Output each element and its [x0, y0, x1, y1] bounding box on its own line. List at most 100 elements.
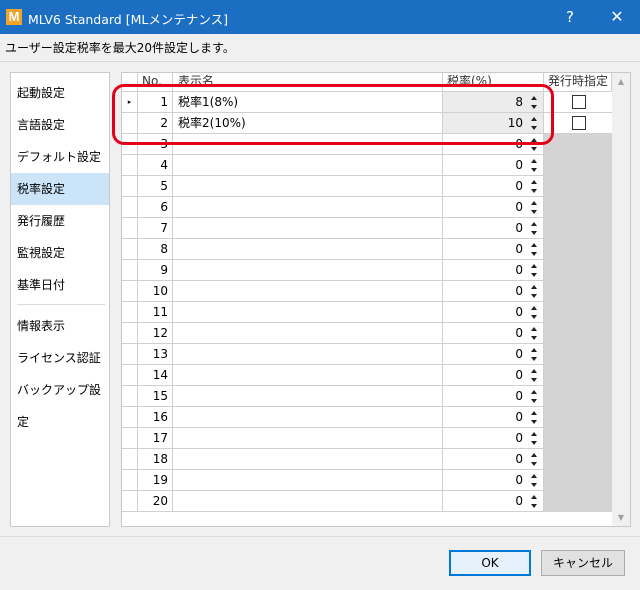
tax-rate-spinner[interactable]	[528, 430, 540, 447]
display-name-cell[interactable]	[173, 491, 443, 512]
table-row[interactable]: 90	[122, 260, 544, 281]
spin-up-icon[interactable]	[528, 220, 540, 228]
tax-rate-cell[interactable]: 0	[443, 260, 544, 281]
tax-rate-cell[interactable]: 0	[443, 218, 544, 239]
spin-up-icon[interactable]	[528, 178, 540, 186]
display-name-cell[interactable]: 税率1(8%)	[173, 92, 443, 113]
tax-rate-spinner[interactable]	[528, 262, 540, 279]
spin-up-icon[interactable]	[528, 157, 540, 165]
vertical-scrollbar[interactable]: ▲ ▼	[612, 73, 630, 526]
help-icon[interactable]: ?	[548, 0, 592, 34]
spin-up-icon[interactable]	[528, 136, 540, 144]
tax-rate-spinner[interactable]	[528, 388, 540, 405]
tax-rate-spinner[interactable]	[528, 367, 540, 384]
table-row[interactable]: 2 税率2(10%) 10	[122, 113, 544, 134]
scroll-down-icon[interactable]: ▼	[612, 509, 630, 526]
spin-down-icon[interactable]	[528, 124, 540, 132]
display-name-cell[interactable]	[173, 470, 443, 491]
tax-rate-cell[interactable]: 0	[443, 176, 544, 197]
tax-rate-cell[interactable]: 0	[443, 428, 544, 449]
spin-up-icon[interactable]	[528, 451, 540, 459]
tax-rate-cell[interactable]: 0	[443, 407, 544, 428]
spin-down-icon[interactable]	[528, 208, 540, 216]
table-row[interactable]: 80	[122, 239, 544, 260]
row-indicator[interactable]	[122, 134, 138, 155]
table-row[interactable]: 50	[122, 176, 544, 197]
row-indicator[interactable]	[122, 491, 138, 512]
display-name-cell[interactable]	[173, 323, 443, 344]
tax-rate-spinner[interactable]	[528, 283, 540, 300]
display-name-cell[interactable]	[173, 260, 443, 281]
table-row[interactable]: ▸ 1 税率1(8%) 8	[122, 92, 544, 113]
spin-up-icon[interactable]	[528, 283, 540, 291]
issue-spec-checkbox[interactable]	[572, 95, 586, 109]
display-name-cell[interactable]	[173, 239, 443, 260]
tax-rate-cell[interactable]: 0	[443, 302, 544, 323]
tax-rate-cell[interactable]: 8	[443, 92, 544, 113]
ok-button[interactable]: OK	[449, 550, 531, 576]
spin-down-icon[interactable]	[528, 271, 540, 279]
spin-up-icon[interactable]	[528, 262, 540, 270]
spin-up-icon[interactable]	[528, 115, 540, 123]
header-tax-rate[interactable]: 税率(%)	[443, 73, 544, 92]
display-name-cell[interactable]	[173, 218, 443, 239]
table-row[interactable]: 18 0	[122, 449, 544, 470]
row-indicator[interactable]	[122, 302, 138, 323]
display-name-cell[interactable]	[173, 302, 443, 323]
spin-down-icon[interactable]	[528, 334, 540, 342]
table-row[interactable]: 11 0	[122, 302, 544, 323]
spin-up-icon[interactable]	[528, 430, 540, 438]
tax-rate-spinner[interactable]	[528, 94, 540, 111]
sidebar-item-backup[interactable]: バックアップ設定	[11, 374, 109, 429]
sidebar-item-startup[interactable]: 起動設定	[11, 77, 109, 109]
table-row[interactable]: 13 0	[122, 344, 544, 365]
spin-down-icon[interactable]	[528, 481, 540, 489]
issue-spec-checkbox[interactable]	[572, 116, 586, 130]
tax-rate-spinner[interactable]	[528, 136, 540, 153]
spin-down-icon[interactable]	[528, 502, 540, 510]
display-name-cell[interactable]	[173, 134, 443, 155]
spin-down-icon[interactable]	[528, 145, 540, 153]
tax-rate-spinner[interactable]	[528, 493, 540, 510]
row-indicator[interactable]	[122, 155, 138, 176]
display-name-cell[interactable]	[173, 407, 443, 428]
tax-rate-cell[interactable]: 0	[443, 239, 544, 260]
sidebar-item-default[interactable]: デフォルト設定	[11, 141, 109, 173]
spin-down-icon[interactable]	[528, 166, 540, 174]
cancel-button[interactable]: キャンセル	[541, 550, 625, 576]
display-name-cell[interactable]	[173, 281, 443, 302]
display-name-cell[interactable]	[173, 344, 443, 365]
header-display-name[interactable]: 表示名	[173, 73, 443, 92]
sidebar-item-issue-history[interactable]: 発行履歴	[11, 205, 109, 237]
row-indicator[interactable]	[122, 428, 138, 449]
scroll-up-icon[interactable]: ▲	[612, 73, 630, 90]
table-row[interactable]: 30	[122, 134, 544, 155]
tax-rate-spinner[interactable]	[528, 115, 540, 132]
row-indicator[interactable]	[122, 176, 138, 197]
sidebar-item-info[interactable]: 情報表示	[11, 310, 109, 342]
tax-rate-spinner[interactable]	[528, 157, 540, 174]
header-issue-spec[interactable]: 発行時指定	[544, 73, 612, 92]
close-icon[interactable]: ✕	[594, 0, 640, 34]
tax-rate-spinner[interactable]	[528, 451, 540, 468]
row-indicator[interactable]	[122, 281, 138, 302]
tax-rate-cell[interactable]: 0	[443, 281, 544, 302]
spin-down-icon[interactable]	[528, 460, 540, 468]
tax-rate-spinner[interactable]	[528, 325, 540, 342]
spin-up-icon[interactable]	[528, 409, 540, 417]
sidebar-item-base-date[interactable]: 基準日付	[11, 269, 109, 301]
row-indicator[interactable]	[122, 323, 138, 344]
row-indicator[interactable]	[122, 386, 138, 407]
spin-up-icon[interactable]	[528, 472, 540, 480]
table-row[interactable]: 16 0	[122, 407, 544, 428]
spin-down-icon[interactable]	[528, 439, 540, 447]
display-name-cell[interactable]	[173, 155, 443, 176]
spin-down-icon[interactable]	[528, 229, 540, 237]
row-indicator[interactable]	[122, 407, 138, 428]
tax-rate-spinner[interactable]	[528, 241, 540, 258]
spin-up-icon[interactable]	[528, 94, 540, 102]
table-row[interactable]: 12 0	[122, 323, 544, 344]
spin-up-icon[interactable]	[528, 493, 540, 501]
table-row[interactable]: 15 0	[122, 386, 544, 407]
tax-rate-spinner[interactable]	[528, 178, 540, 195]
